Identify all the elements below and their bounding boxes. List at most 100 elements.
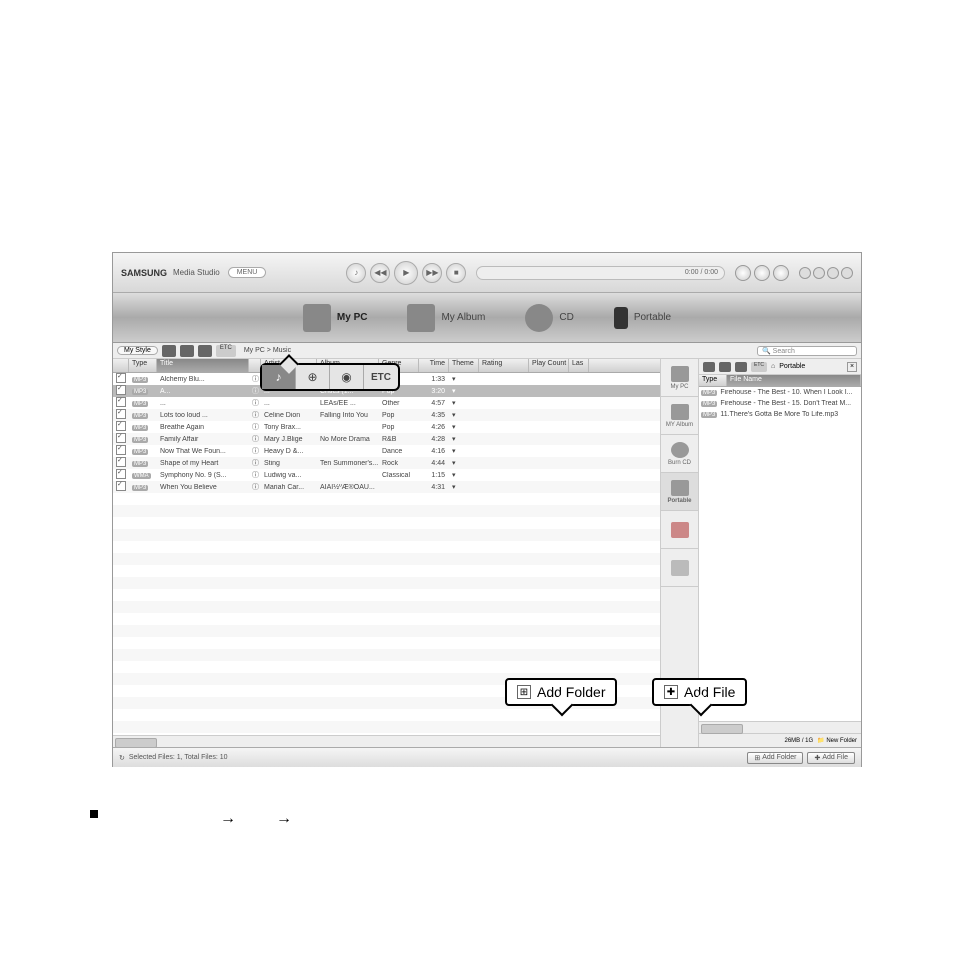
side-myalbum-icon [671, 404, 689, 420]
row-checkbox[interactable] [116, 457, 126, 467]
side-row[interactable]: MP3Firehouse - The Best - 15. Don't Trea… [699, 398, 861, 409]
table-row[interactable]: MP3Shape of my HeartⓘStingTen Summoner's… [113, 457, 660, 469]
col-last[interactable]: Las [569, 359, 589, 372]
minimize-icon[interactable] [813, 267, 825, 279]
row-checkbox[interactable] [116, 373, 126, 383]
side-toolbar: ETC ⌂ Portable × [699, 359, 861, 375]
side-nav-transfer-back[interactable] [661, 549, 698, 587]
side-nav-burncd[interactable]: Burn CD [661, 435, 698, 473]
col-theme[interactable]: Theme [449, 359, 479, 372]
side-row[interactable]: MP3Firehouse - The Best - 10. When I Loo… [699, 387, 861, 398]
mode-button-3[interactable] [773, 265, 789, 281]
row-checkbox[interactable] [116, 397, 126, 407]
side-burncd-icon [671, 442, 689, 458]
new-folder-button[interactable]: 📁 New Folder [817, 737, 857, 744]
next-button[interactable]: ▶▶ [422, 263, 442, 283]
photo-filter-icon[interactable] [198, 345, 212, 357]
side-photo-icon[interactable] [735, 362, 747, 372]
side-row[interactable]: MP311.There's Gotta Be More To Life.mp3 [699, 409, 861, 420]
transfer-left-icon [671, 560, 689, 576]
table-row[interactable]: MP3Breathe AgainⓘTony Brax...Pop4:26▾ [113, 421, 660, 433]
add-folder-callout: ⊞ Add Folder [505, 678, 617, 706]
folder-plus-icon: ⊞ [754, 754, 760, 762]
row-checkbox[interactable] [116, 385, 126, 395]
media-studio-window: SAMSUNG Media Studio MENU ♪ ◀◀ ▶ ▶▶ ■ 0:… [112, 252, 862, 767]
menu-button[interactable]: MENU [228, 267, 267, 278]
arrow-icon: → [276, 810, 292, 828]
table-row[interactable]: WMASymphony No. 9 (S...ⓘLudwig va...Clas… [113, 469, 660, 481]
myalbum-icon [407, 304, 435, 332]
progress-bar[interactable]: 0:00 / 0:00 [476, 266, 725, 280]
mypc-icon [303, 304, 331, 332]
mode-button-1[interactable] [735, 265, 751, 281]
status-text: Selected Files: 1, Total Files: 10 [129, 754, 228, 761]
table-row[interactable]: MP3Lots too loud ...ⓘCeline DionFalling … [113, 409, 660, 421]
nav-cd[interactable]: CD [525, 304, 573, 332]
close-icon[interactable] [841, 267, 853, 279]
row-checkbox[interactable] [116, 445, 126, 455]
playback-controls: ♪ ◀◀ ▶ ▶▶ ■ [346, 261, 466, 285]
music-filter-icon[interactable] [162, 345, 176, 357]
add-file-callout: ✚ Add File [652, 678, 747, 706]
maximize-icon[interactable] [827, 267, 839, 279]
table-row[interactable]: MP3Family AffairⓘMary J.BligeNo More Dra… [113, 433, 660, 445]
col-time[interactable]: Time [419, 359, 449, 372]
filter-tabs-callout: ♪ ⊕ ◉ ETC [260, 363, 400, 391]
mode-button-2[interactable] [754, 265, 770, 281]
col-title[interactable]: Title [157, 359, 249, 372]
side-etc-icon[interactable]: ETC [751, 362, 767, 372]
volume-icon[interactable]: ♪ [346, 263, 366, 283]
brand-text: SAMSUNG [121, 268, 167, 278]
nav-mypc[interactable]: My PC [303, 304, 368, 332]
refresh-icon[interactable]: ↻ [119, 754, 125, 762]
help-icon[interactable] [799, 267, 811, 279]
etc-filter-icon[interactable]: ETC [216, 345, 236, 357]
play-button[interactable]: ▶ [394, 261, 418, 285]
arrow-icon: → [220, 810, 236, 828]
side-scrollbar[interactable] [699, 721, 861, 733]
callout-music-icon: ♪ [262, 365, 296, 389]
row-checkbox[interactable] [116, 433, 126, 443]
row-checkbox[interactable] [116, 469, 126, 479]
time-display: 0:00 / 0:00 [685, 269, 718, 276]
window-controls [799, 267, 853, 279]
side-title: Portable [779, 363, 805, 370]
add-folder-button[interactable]: ⊞Add Folder [747, 752, 803, 764]
transfer-right-icon [671, 522, 689, 538]
horizontal-scrollbar[interactable] [113, 735, 660, 747]
row-checkbox[interactable] [116, 481, 126, 491]
nav-portable[interactable]: Portable [614, 307, 671, 329]
row-checkbox[interactable] [116, 421, 126, 431]
side-music-icon[interactable] [703, 362, 715, 372]
stop-button[interactable]: ■ [446, 263, 466, 283]
row-checkbox[interactable] [116, 409, 126, 419]
table-row[interactable]: MP3Now That We Foun...ⓘHeavy D &...Dance… [113, 445, 660, 457]
col-playcount[interactable]: Play Count [529, 359, 569, 372]
side-video-icon[interactable] [719, 362, 731, 372]
nav-myalbum[interactable]: My Album [407, 304, 485, 332]
side-nav-transfer[interactable] [661, 511, 698, 549]
table-row[interactable]: MP3...ⓘ...LÉAs/EÉ ...Other4:57▾ [113, 397, 660, 409]
side-col-filename[interactable]: File Name [727, 375, 861, 386]
col-type[interactable]: Type [129, 359, 157, 372]
table-row[interactable]: MP3When You BelieveⓘMariah Car...ÁÍÁÌ½ºÆ… [113, 481, 660, 493]
side-col-type[interactable]: Type [699, 375, 727, 386]
subbrand-text: Media Studio [173, 268, 220, 277]
plus-icon: ✚ [664, 685, 678, 699]
side-nav-portable[interactable]: Portable [661, 473, 698, 511]
bullet-icon [90, 810, 98, 818]
search-input[interactable]: 🔍 Search [757, 346, 857, 356]
capacity-text: 26MB / 1G [784, 738, 813, 744]
side-table-body[interactable]: MP3Firehouse - The Best - 10. When I Loo… [699, 387, 861, 721]
folder-plus-icon: ⊞ [517, 685, 531, 699]
side-nav-mypc[interactable]: My PC [661, 359, 698, 397]
callout-video-icon: ⊕ [296, 365, 330, 389]
col-rating[interactable]: Rating [479, 359, 529, 372]
col-check[interactable] [113, 359, 129, 372]
side-close-icon[interactable]: × [847, 362, 857, 372]
mystyle-button[interactable]: My Style [117, 346, 158, 355]
video-filter-icon[interactable] [180, 345, 194, 357]
prev-button[interactable]: ◀◀ [370, 263, 390, 283]
side-nav-myalbum[interactable]: MY Album [661, 397, 698, 435]
add-file-button[interactable]: ✚Add File [807, 752, 855, 764]
